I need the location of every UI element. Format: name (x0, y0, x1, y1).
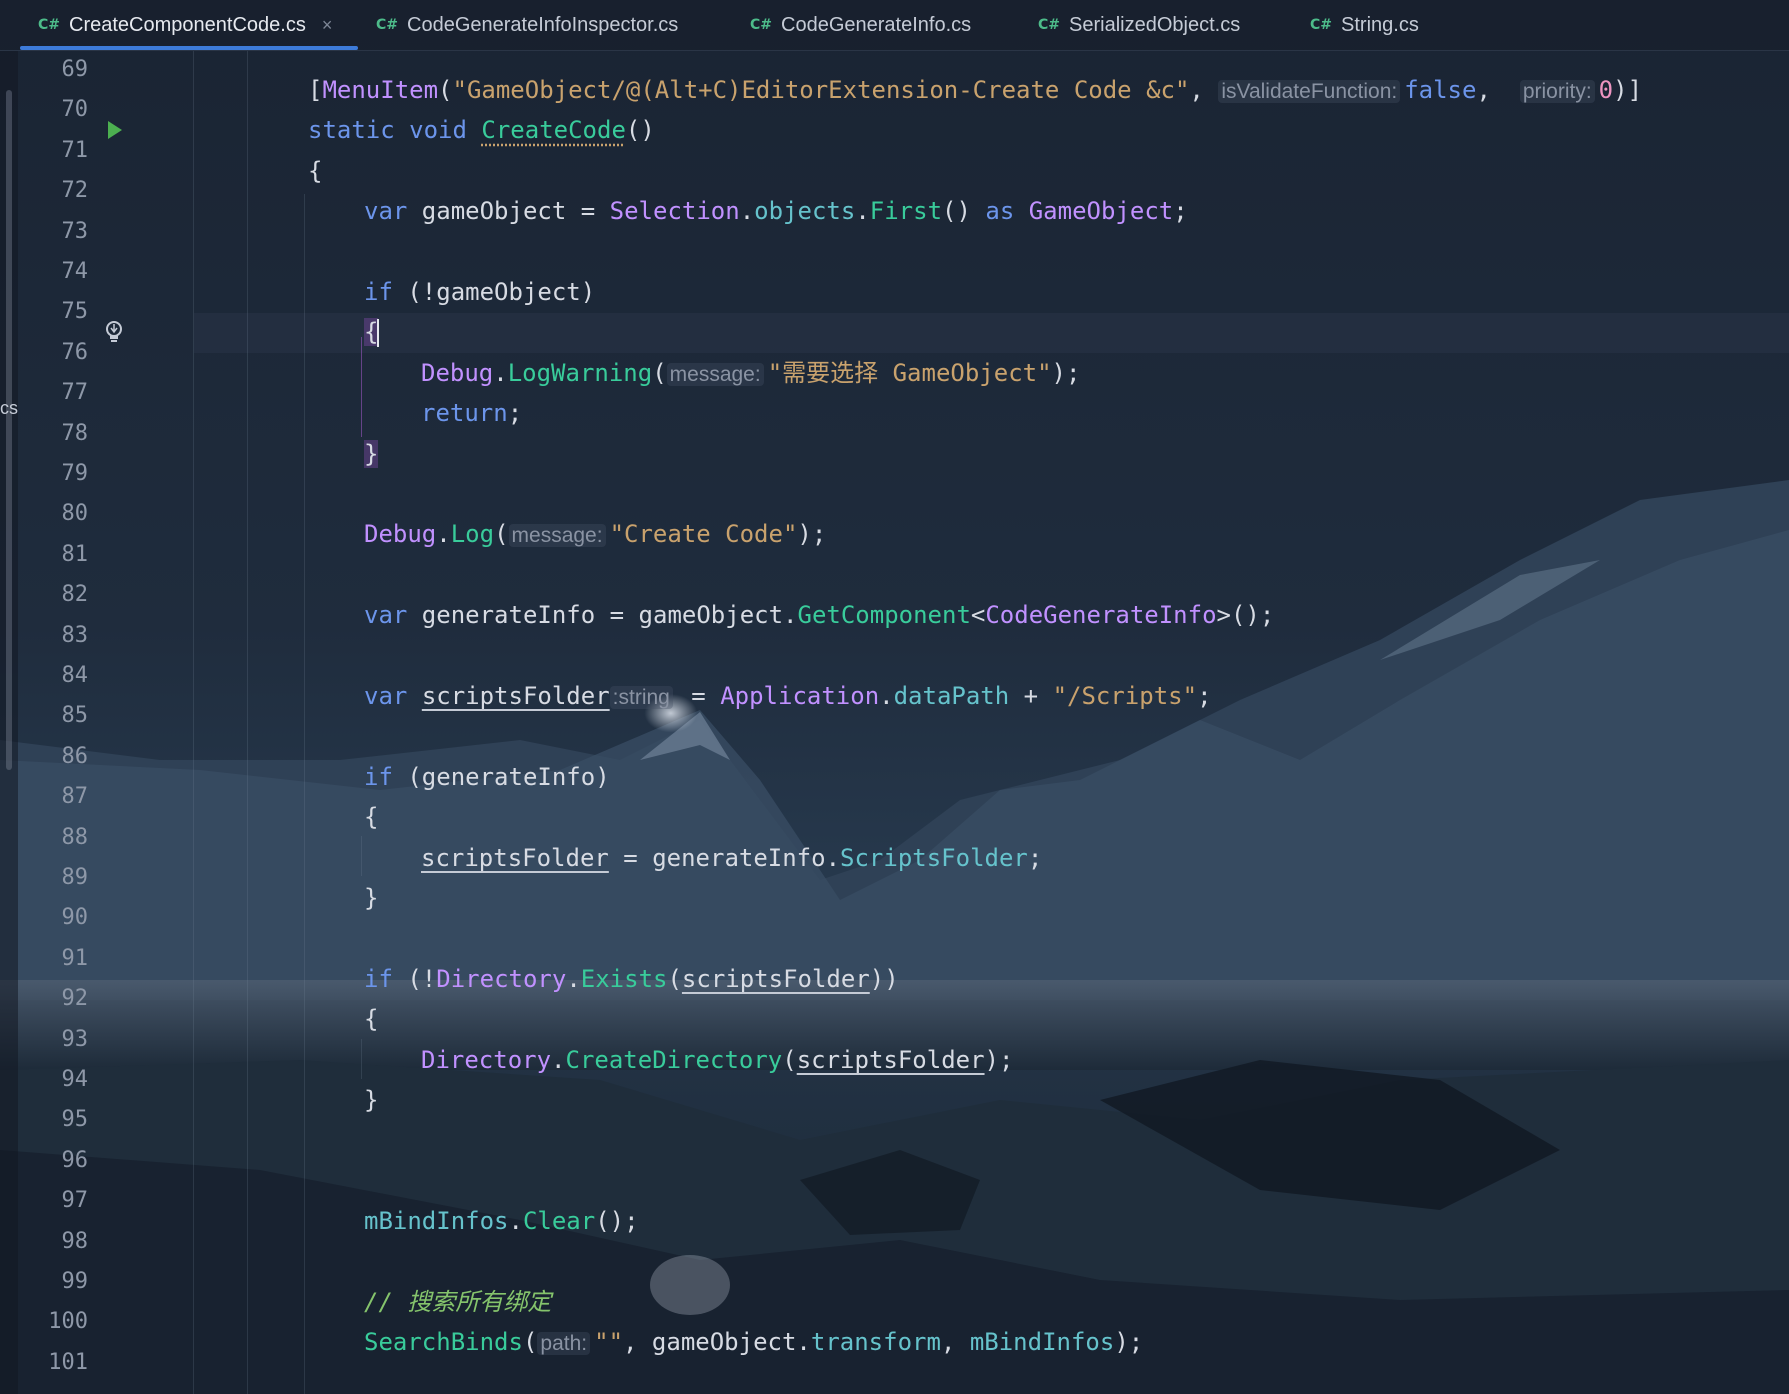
line-number: 76 (61, 339, 89, 365)
tab-create-component-code[interactable]: C# CreateComponentCode.cs × (38, 0, 332, 50)
tab-label: String.cs (1341, 13, 1419, 36)
line-number: 78 (61, 420, 89, 446)
parameter-hint: priority: (1519, 80, 1595, 103)
tab-label: CreateComponentCode.cs (69, 13, 306, 36)
tab-code-generate-info-inspector[interactable]: C# CodeGenerateInfoInspector.cs (376, 0, 678, 50)
indent-guide-active (361, 337, 362, 437)
line-number: 88 (61, 824, 89, 850)
csharp-file-icon: C# (376, 17, 399, 33)
code-line-97: mBindInfos.Clear(); (364, 1207, 639, 1236)
indent-guide (247, 50, 248, 1394)
code-line-88: scriptsFolder = generateInfo.ScriptsFold… (421, 843, 1043, 872)
line-number: 84 (61, 663, 89, 688)
lightbulb-icon[interactable] (102, 318, 126, 346)
current-line-highlight (194, 313, 1789, 353)
tab-code-generate-info[interactable]: C# CodeGenerateInfo.cs (750, 0, 971, 50)
parameter-hint: message: (508, 524, 606, 548)
code-line-92: { (364, 1005, 379, 1034)
line-number: 100 (48, 1309, 88, 1335)
csharp-file-icon: C# (1038, 17, 1061, 33)
line-number: 77 (61, 380, 89, 406)
line-number: 81 (61, 541, 89, 567)
line-number: 83 (61, 622, 89, 648)
parameter-hint: isValidateFunction: (1218, 80, 1401, 103)
indent-guide (304, 194, 305, 1394)
line-number: 74 (61, 259, 89, 284)
line-number: 98 (61, 1228, 89, 1254)
code-line-76: Debug.LogWarning(message: "需要选择 GameObjec… (421, 358, 1081, 387)
parameter-hint: path: (537, 1332, 591, 1356)
code-line-72: var gameObject = Selection.objects.First… (364, 197, 1188, 226)
code-line-70: static void CreateCode() (308, 116, 655, 145)
line-number: 75 (61, 299, 89, 325)
code-line-87: { (364, 803, 379, 832)
line-number: 91 (61, 945, 89, 971)
csharp-file-icon: C# (38, 17, 61, 33)
code-line-78: } (364, 439, 379, 468)
line-number: 71 (61, 137, 89, 163)
tab-label: SerializedObject.cs (1069, 13, 1241, 36)
code-line-71: { (308, 156, 323, 185)
code-line-93: Directory.CreateDirectory(scriptsFolder)… (421, 1045, 1014, 1074)
text-caret (377, 319, 380, 348)
line-number: 86 (61, 743, 89, 769)
code-line-99: // 搜索所有绑定 (364, 1288, 552, 1316)
line-number: 99 (61, 1269, 89, 1294)
line-number-gutter: 69 70 71 72 73 74 75 76 77 78 79 80 81 82 83 84 85 86 87 88… (18, 50, 194, 1394)
line-number: 85 (61, 703, 89, 729)
run-gutter-icon[interactable] (106, 120, 124, 140)
line-number: 93 (61, 1026, 89, 1052)
tab-string[interactable]: C# String.cs (1310, 0, 1419, 50)
code-line-75: { (364, 318, 380, 348)
tab-label: CodeGenerateInfo.cs (781, 13, 972, 36)
code-line-80: Debug.Log(message: "Create Code"); (364, 520, 827, 549)
tab-serialized-object[interactable]: C# SerializedObject.cs (1038, 0, 1240, 50)
editor-tab-bar: C# CreateComponentCode.cs × C# CodeGener… (0, 0, 1789, 51)
code-line-77: return; (421, 399, 523, 428)
code-line-84: var scriptsFolder:string = Application.d… (364, 682, 1212, 710)
line-number: 92 (61, 986, 89, 1012)
code-line-82: var generateInfo = gameObject.GetCompone… (364, 601, 1275, 630)
line-number: 79 (61, 461, 89, 486)
line-number: 80 (61, 501, 89, 527)
line-number: 101 (48, 1349, 88, 1375)
code-line-69: [MenuItem("GameObject/@(Alt+C)EditorExte… (308, 76, 1643, 104)
code-line-86: if (generateInfo) (364, 762, 610, 791)
line-number: 73 (61, 218, 89, 244)
line-number: 95 (61, 1107, 89, 1133)
parameter-hint: message: (666, 362, 764, 386)
code-line-89: } (364, 884, 379, 912)
line-number: 89 (61, 865, 89, 890)
csharp-file-icon: C# (1310, 17, 1333, 33)
indent-guide (361, 836, 362, 876)
code-line-94: } (364, 1086, 379, 1114)
tab-label: CodeGenerateInfoInspector.cs (407, 13, 679, 36)
code-line-91: if (!Directory.Exists(scriptsFolder)) (364, 964, 899, 993)
line-number: 70 (61, 97, 89, 123)
line-number: 94 (61, 1067, 89, 1092)
line-number: 97 (61, 1188, 89, 1214)
code-line-74: if (!gameObject) (364, 278, 596, 306)
line-number: 82 (61, 582, 89, 608)
line-number: 72 (61, 178, 89, 204)
line-number: 87 (61, 784, 89, 810)
csharp-file-icon: C# (750, 17, 773, 33)
line-number: 90 (61, 905, 89, 931)
active-tab-indicator (20, 46, 358, 50)
indent-guide (361, 1039, 362, 1079)
line-number: 96 (61, 1147, 89, 1173)
line-number: 69 (61, 57, 89, 82)
gutter-separator (193, 50, 194, 1394)
type-hint: :string (609, 686, 673, 709)
code-line-100: SearchBinds(path: "", gameObject.transfor… (364, 1328, 1144, 1357)
close-icon[interactable]: × (322, 15, 333, 36)
